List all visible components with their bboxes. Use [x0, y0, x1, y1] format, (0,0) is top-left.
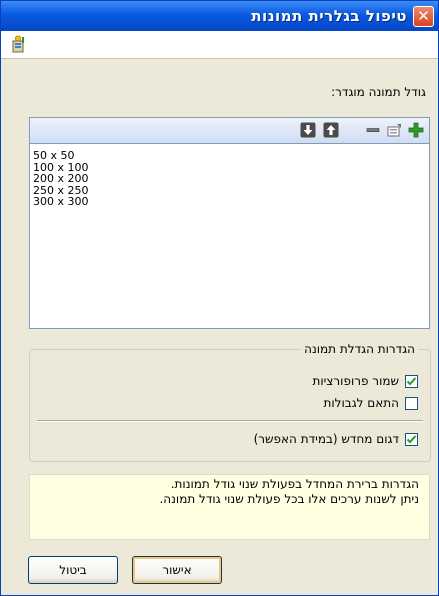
- group-divider: [37, 420, 423, 422]
- group-legend: הגדרות הגדלת תמונה: [301, 342, 418, 356]
- resample-checkbox[interactable]: [405, 432, 418, 446]
- remove-icon[interactable]: [365, 122, 381, 138]
- checkmark-icon: [406, 376, 417, 385]
- resample-option[interactable]: דגום מחדש (במידת האפשר): [254, 432, 418, 446]
- defined-size-label: גודל תמונה מוגדר:: [331, 85, 426, 99]
- keep-proportions-label: שמור פרופורציות: [312, 374, 399, 388]
- close-button[interactable]: ✕: [413, 5, 434, 27]
- top-toolstrip: [1, 31, 438, 59]
- cancel-button[interactable]: ביטול: [28, 556, 118, 584]
- info-line: הגדרות ברירת המחדל בפעולת שנוי גודל תמונ…: [170, 477, 419, 491]
- resample-label: דגום מחדש (במידת האפשר): [253, 432, 399, 446]
- info-panel: הגדרות ברירת המחדל בפעולת שנוי גודל תמונ…: [29, 474, 430, 540]
- size-list[interactable]: 50 x 50 100 x 100 200 x 200 250 x 250 30…: [29, 143, 430, 329]
- enlarge-settings-group: הגדרות הגדלת תמונה שמור פרופורציות התאם …: [29, 342, 431, 462]
- list-item[interactable]: 200 x 200: [33, 173, 429, 185]
- wizard-icon[interactable]: [10, 35, 26, 53]
- window-title: טיפול בגלרית תמונות: [251, 7, 407, 25]
- checkmark-icon: [406, 434, 417, 443]
- fit-to-bounds-option[interactable]: התאם לגבולות: [324, 396, 418, 410]
- move-up-icon[interactable]: [323, 122, 339, 138]
- edit-icon[interactable]: [387, 122, 403, 138]
- fit-to-bounds-checkbox[interactable]: [405, 396, 418, 410]
- list-item[interactable]: 50 x 50: [33, 150, 429, 162]
- add-icon[interactable]: [408, 122, 424, 138]
- move-down-icon[interactable]: [300, 122, 316, 138]
- list-item[interactable]: 300 x 300: [33, 196, 429, 208]
- size-list-toolbar: [29, 117, 430, 143]
- list-item[interactable]: 250 x 250: [33, 184, 429, 197]
- keep-proportions-checkbox[interactable]: [405, 374, 418, 388]
- info-line: ניתן לשנות ערכים אלו בכל פעולת שנוי גודל…: [159, 492, 419, 506]
- fit-to-bounds-label: התאם לגבולות: [323, 396, 399, 410]
- keep-proportions-option[interactable]: שמור פרופורציות: [312, 374, 418, 388]
- dialog-window: ✕ טיפול בגלרית תמונות גודל תמונה מוגדר:: [0, 0, 439, 596]
- title-bar[interactable]: ✕ טיפול בגלרית תמונות: [1, 1, 438, 31]
- list-item[interactable]: 100 x 100: [33, 161, 429, 174]
- ok-button[interactable]: אישור: [132, 556, 222, 584]
